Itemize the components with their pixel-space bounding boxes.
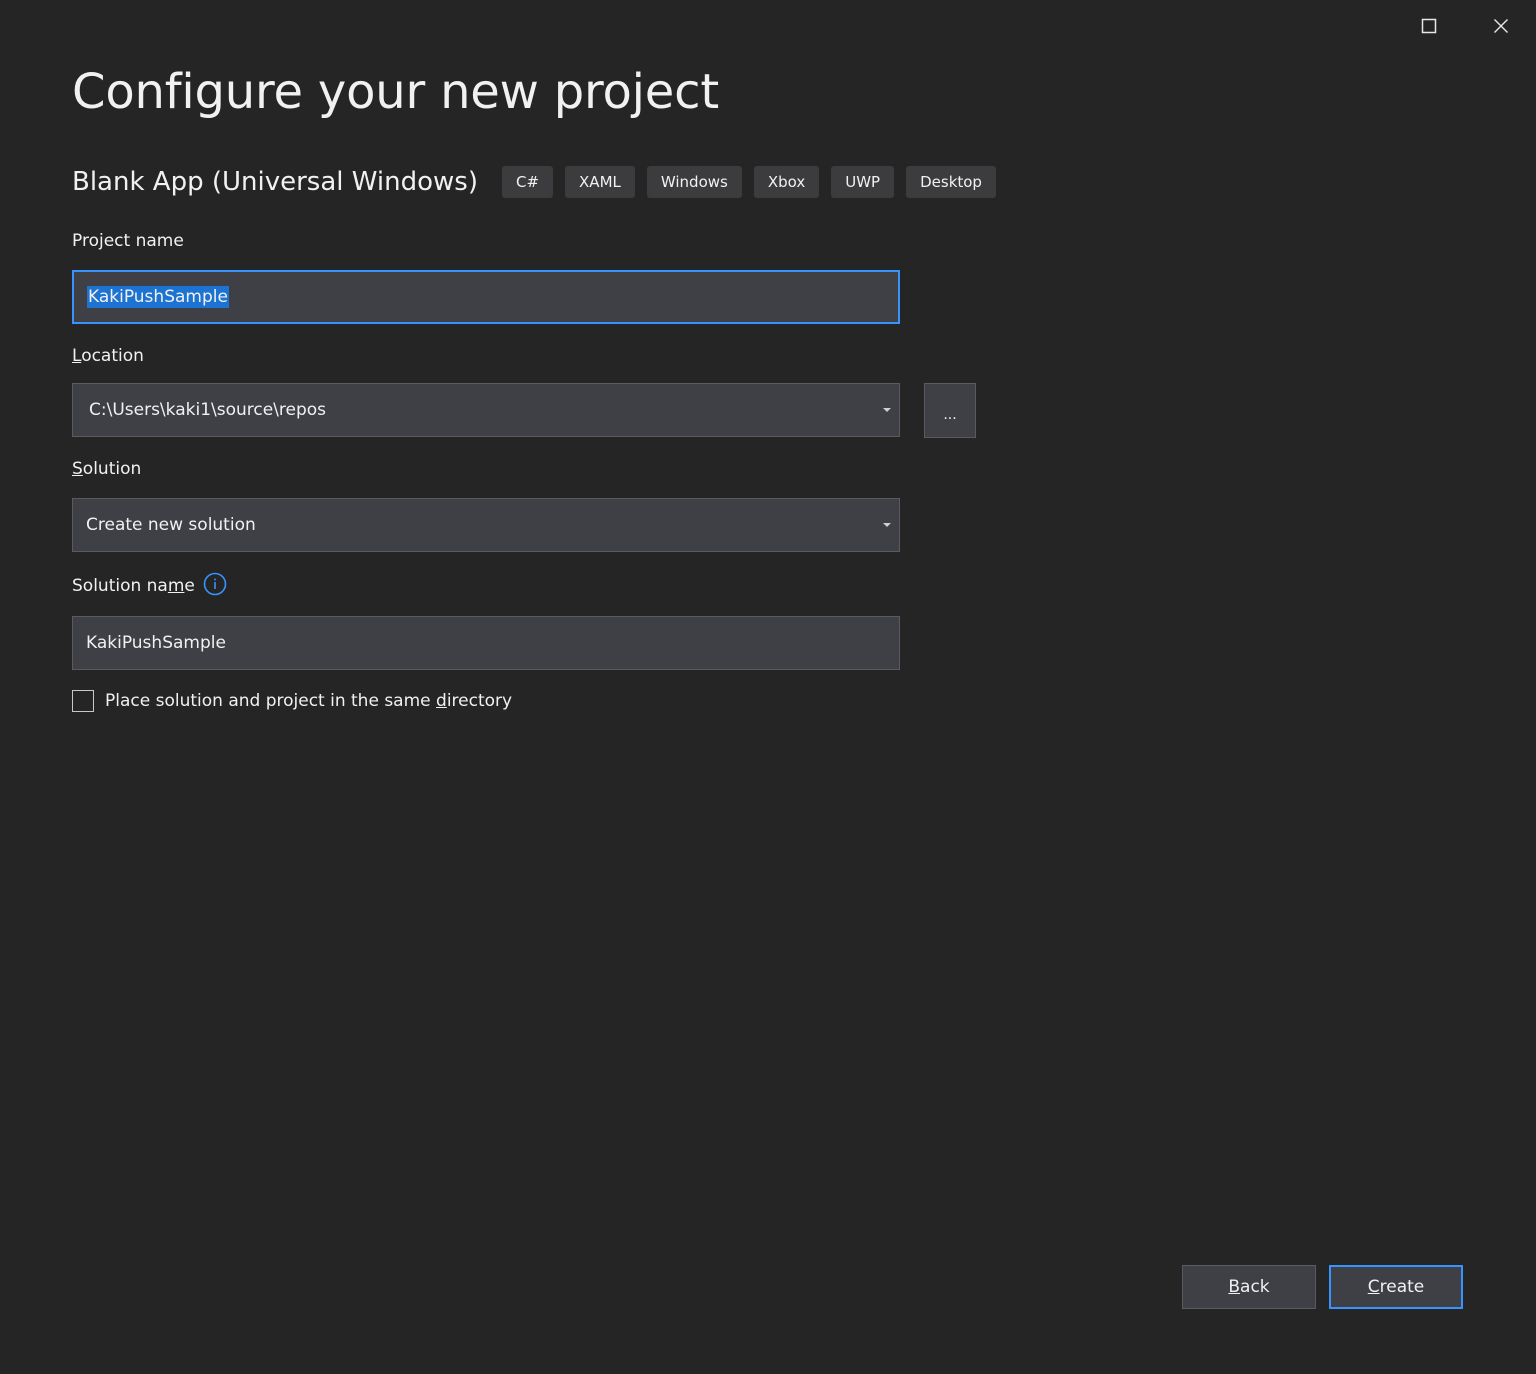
- same-directory-label-access-key: d: [436, 691, 447, 711]
- solution-name-input[interactable]: KakiPushSample: [72, 616, 900, 670]
- tag-uwp: UWP: [831, 166, 895, 198]
- configure-project-dialog: Configure your new project Blank App (Un…: [0, 0, 1536, 1374]
- back-button-access-key: B: [1228, 1277, 1241, 1297]
- browse-location-label: ...: [943, 407, 957, 423]
- browse-location-button[interactable]: ...: [924, 383, 976, 438]
- tag-csharp: C#: [501, 166, 554, 198]
- maximize-icon: [1421, 18, 1437, 34]
- same-directory-label: Place solution and project in the same d…: [105, 691, 512, 711]
- solution-name-label-post: e: [184, 576, 195, 596]
- project-name-value: KakiPushSample: [87, 286, 229, 308]
- solution-label-access-key: S: [72, 459, 83, 479]
- create-button[interactable]: Create: [1329, 1265, 1463, 1309]
- same-directory-option[interactable]: Place solution and project in the same d…: [72, 690, 512, 712]
- maximize-button[interactable]: [1409, 6, 1449, 46]
- solution-value: Create new solution: [86, 515, 256, 535]
- project-name-input[interactable]: KakiPushSample: [72, 270, 900, 324]
- tag-xaml: XAML: [565, 166, 635, 198]
- tag-windows: Windows: [646, 166, 742, 198]
- close-icon: [1494, 19, 1508, 33]
- create-button-label: reate: [1379, 1277, 1425, 1297]
- template-header: Blank App (Universal Windows) C# XAML Wi…: [72, 166, 1008, 198]
- back-button[interactable]: Back: [1182, 1265, 1316, 1309]
- create-button-access-key: C: [1367, 1277, 1380, 1297]
- solution-name-label-pre: Solution na: [72, 576, 168, 596]
- solution-label: Solution: [72, 459, 141, 479]
- page-title: Configure your new project: [72, 64, 719, 120]
- same-directory-label-post: irectory: [446, 691, 513, 711]
- same-directory-checkbox[interactable]: [72, 690, 94, 712]
- solution-name-value: KakiPushSample: [86, 633, 226, 653]
- chevron-down-icon[interactable]: [883, 523, 891, 527]
- chevron-down-icon[interactable]: [883, 408, 891, 412]
- back-button-label: ack: [1240, 1277, 1270, 1297]
- info-icon[interactable]: [203, 572, 227, 596]
- solution-dropdown[interactable]: Create new solution: [72, 498, 900, 552]
- solution-name-label: Solution name: [72, 572, 227, 596]
- solution-name-label-access-key: m: [167, 576, 185, 596]
- project-name-label: Project name: [72, 231, 184, 251]
- location-combobox[interactable]: C:\Users\kaki1\source\repos: [72, 383, 900, 437]
- location-label-access-key: L: [72, 346, 82, 366]
- location-label: Location: [72, 346, 144, 366]
- location-value: C:\Users\kaki1\source\repos: [89, 400, 327, 420]
- template-name: Blank App (Universal Windows): [72, 167, 478, 197]
- tag-desktop: Desktop: [906, 166, 996, 198]
- same-directory-label-pre: Place solution and project in the same: [105, 691, 437, 711]
- tag-xbox: Xbox: [753, 166, 820, 198]
- location-label-text: ocation: [81, 346, 144, 366]
- close-button[interactable]: [1481, 6, 1521, 46]
- solution-label-text: olution: [82, 459, 142, 479]
